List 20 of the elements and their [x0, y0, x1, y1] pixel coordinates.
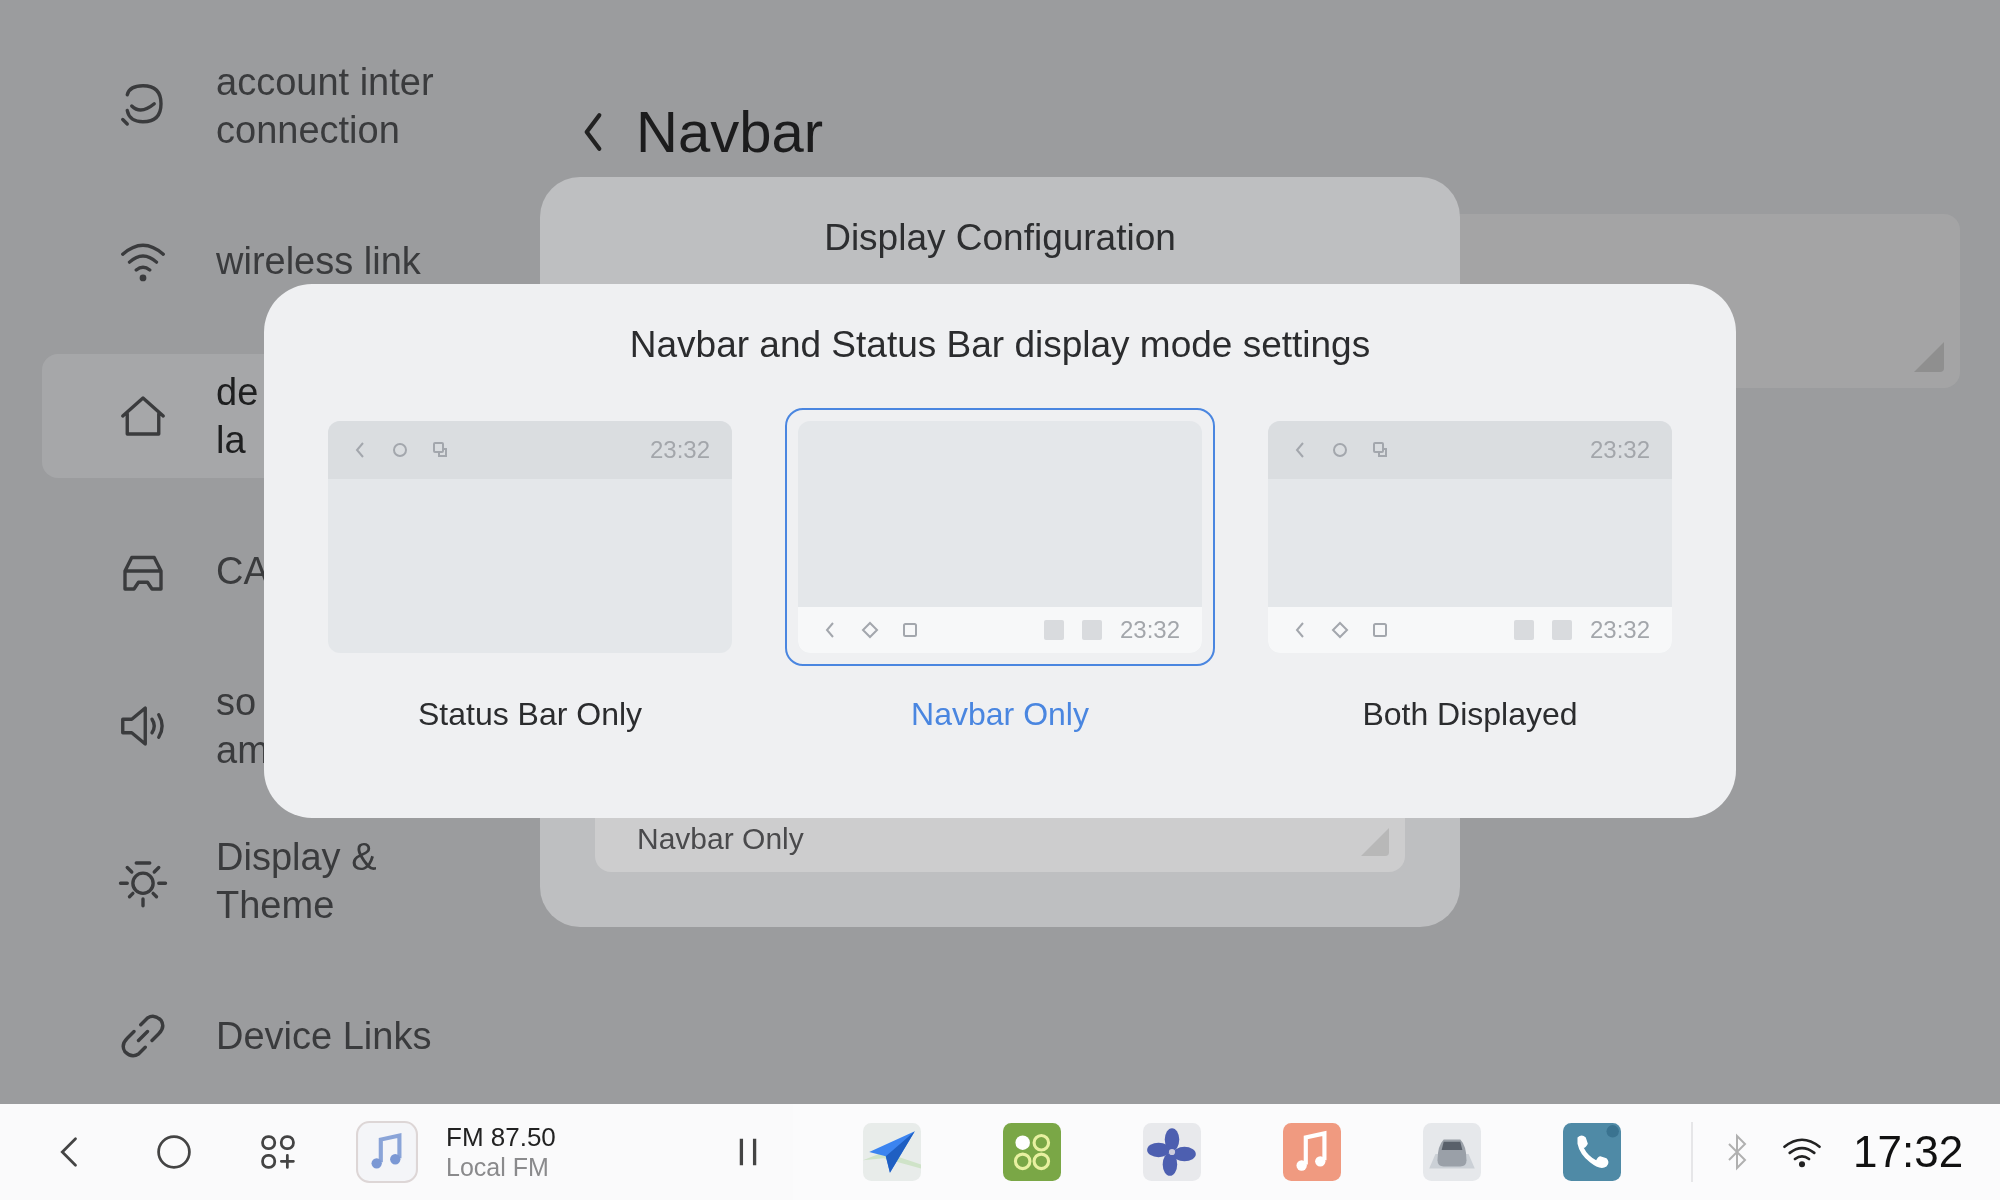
sidebar-label: so: [216, 680, 258, 725]
modal-title: Navbar and Status Bar display mode settings: [629, 324, 1371, 366]
sidebar-label: de: [216, 370, 259, 415]
source-text: Local FM: [446, 1153, 550, 1182]
station-text: FM 87.50: [446, 1122, 556, 1153]
page-title: Navbar: [636, 98, 823, 165]
option-label: Navbar Only: [911, 696, 1089, 733]
option-label: Status Bar Only: [417, 696, 643, 733]
sidebar-label: account inter: [216, 60, 434, 105]
dialog-title: Display Configuration: [823, 217, 1177, 259]
sidebar-label: Device Links: [216, 1014, 432, 1059]
clock-text: 17:32: [1853, 1127, 1964, 1177]
sidebar-label: Display &: [216, 835, 377, 880]
sidebar-label: Theme: [216, 883, 336, 928]
sidebar-label: wireless link: [216, 239, 421, 284]
sidebar-label: connection: [216, 108, 401, 153]
clock-text: 23:32: [1589, 616, 1650, 644]
option-label: Both Displayed: [1362, 696, 1578, 733]
clock-text: 23:32: [1119, 616, 1180, 644]
sidebar-label: la: [216, 418, 247, 463]
